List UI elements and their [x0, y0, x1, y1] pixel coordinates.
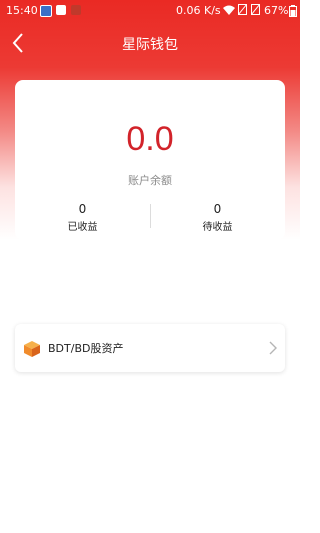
- battery-icon: [289, 5, 297, 17]
- earned-label: 已收益: [67, 222, 98, 233]
- navigation-bar: 星际钱包: [0, 22, 300, 66]
- status-time: 15:40: [6, 4, 38, 17]
- status-bar: 15:40 0.06 K/s 67%: [0, 0, 300, 22]
- pending-label: 待收益: [202, 222, 233, 233]
- pending-stat: 0 待收益: [150, 202, 285, 233]
- app-notification-icon: [40, 5, 52, 17]
- pending-value: 0: [213, 202, 222, 216]
- alert-notification-icon: [71, 5, 81, 15]
- chevron-right-icon: [269, 341, 277, 355]
- image-notification-icon: [56, 5, 66, 15]
- cube-icon: [24, 341, 40, 357]
- earned-stat: 0 已收益: [15, 202, 150, 233]
- balance-value: 0.0: [126, 120, 174, 158]
- network-speed: 0.06 K/s: [176, 4, 221, 17]
- asset-label: BDT/BD股资产: [48, 342, 124, 355]
- wifi-icon: [223, 5, 235, 15]
- no-sim-icon-2: [251, 4, 260, 15]
- page-title: 星际钱包: [122, 37, 178, 53]
- battery-percentage: 67%: [264, 4, 289, 17]
- asset-row-bdt[interactable]: BDT/BD股资产: [15, 324, 285, 372]
- no-sim-icon: [238, 4, 247, 15]
- wallet-card: 0.0 账户余额 0 已收益 0 待收益: [15, 80, 285, 240]
- earned-value: 0: [78, 202, 87, 216]
- balance-label: 账户余额: [128, 174, 172, 187]
